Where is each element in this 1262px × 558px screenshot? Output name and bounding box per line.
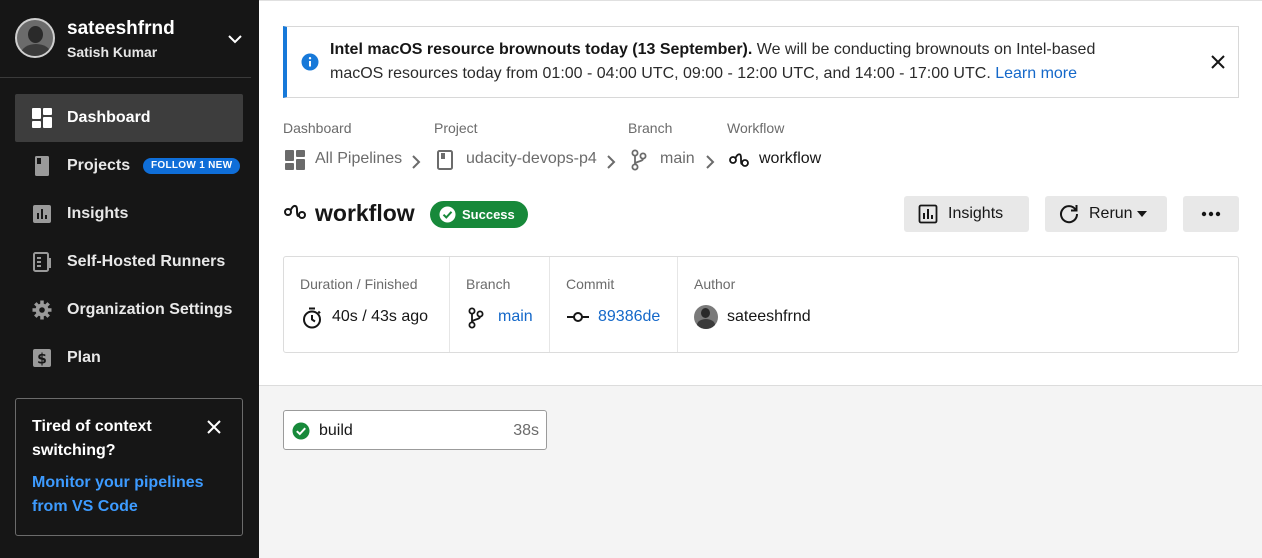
dashboard-icon <box>32 108 52 128</box>
rerun-label: Rerun <box>1089 205 1133 222</box>
sidebar-item-org-settings[interactable]: Organization Settings <box>15 286 243 334</box>
author-head: Author <box>694 276 736 292</box>
sidebar-item-dashboard[interactable]: Dashboard <box>15 94 243 142</box>
jobs-area: build 38s <box>259 386 1262 558</box>
branch-link[interactable]: main <box>498 308 533 326</box>
breadcrumb-branch[interactable]: Branch main <box>628 120 695 171</box>
svg-text:$: $ <box>37 352 47 368</box>
branch-icon <box>468 307 484 329</box>
more-options-button[interactable] <box>1183 196 1239 232</box>
info-icon <box>301 53 319 71</box>
stopwatch-icon <box>303 307 321 329</box>
sidebar-item-insights[interactable]: Insights <box>15 190 243 238</box>
caret-down-icon <box>1137 211 1147 217</box>
ellipsis-icon <box>1201 211 1221 217</box>
sidebar-item-label: Dashboard <box>67 109 151 126</box>
banner-bold: Intel macOS resource brownouts today (13… <box>330 41 753 58</box>
breadcrumb-value: workflow <box>759 150 822 167</box>
runners-icon <box>33 252 51 272</box>
insights-label: Insights <box>948 205 1004 222</box>
close-icon[interactable] <box>1211 55 1225 69</box>
branch-column: Branch main <box>449 257 549 352</box>
sidebar-item-label: Projects <box>67 157 131 174</box>
job-duration: 38s <box>513 422 539 439</box>
insights-icon <box>33 205 51 223</box>
follow-new-badge[interactable]: FOLLOW 1 NEW <box>143 158 241 174</box>
sidebar-item-label: Organization Settings <box>67 301 233 318</box>
vscode-link[interactable]: Monitor your pipelines from VS Code <box>32 471 222 519</box>
user-full-name: Satish Kumar <box>67 44 158 60</box>
main-content: Intel macOS resource brownouts today (13… <box>259 0 1262 558</box>
insights-button[interactable]: Insights <box>904 196 1029 232</box>
project-icon <box>437 150 453 170</box>
breadcrumb-head: Workflow <box>727 120 785 136</box>
gear-icon <box>32 300 52 320</box>
commit-column: Commit 89386de <box>549 257 677 352</box>
sidebar: sateeshfrnd Satish Kumar Dashboard Proje… <box>0 0 259 558</box>
breadcrumb-value: udacity-devops-p4 <box>466 150 597 167</box>
sidebar-item-label: Plan <box>67 349 101 366</box>
breadcrumb-head: Dashboard <box>283 120 352 136</box>
workflow-icon <box>284 204 306 219</box>
close-icon[interactable] <box>206 419 222 435</box>
page-title: workflow <box>315 200 415 226</box>
breadcrumb-value: main <box>660 150 695 167</box>
commit-link[interactable]: 89386de <box>598 308 660 326</box>
sidebar-item-plan[interactable]: $ Plan <box>15 334 243 382</box>
commit-head: Commit <box>566 276 615 292</box>
breadcrumb-workflow: Workflow workflow <box>727 120 821 167</box>
user-menu[interactable]: sateeshfrnd Satish Kumar <box>0 0 251 78</box>
rerun-button[interactable]: Rerun <box>1045 196 1167 232</box>
duration-head: Duration / Finished <box>300 276 418 292</box>
learn-more-link[interactable]: Learn more <box>995 65 1077 82</box>
username: sateeshfrnd <box>67 18 175 39</box>
check-circle-icon <box>439 206 456 223</box>
breadcrumb-dashboard[interactable]: Dashboard All Pipelines <box>283 120 402 170</box>
chevron-right-icon <box>706 155 715 169</box>
workflow-details: Duration / Finished 40s / 43s ago Branch… <box>283 256 1239 353</box>
job-card[interactable]: build 38s <box>283 410 547 450</box>
branch-head: Branch <box>466 276 511 292</box>
commit-icon <box>567 312 589 322</box>
dashboard-icon <box>285 150 305 170</box>
workflow-icon <box>729 153 749 167</box>
promo-title: Tired of context switching? <box>32 418 152 459</box>
sidebar-item-runners[interactable]: Self-Hosted Runners <box>15 238 243 286</box>
check-circle-icon <box>292 422 310 440</box>
status-label: Success <box>462 207 515 222</box>
job-name: build <box>319 422 353 439</box>
project-icon <box>35 156 49 176</box>
chevron-right-icon <box>607 155 616 169</box>
sidebar-item-projects[interactable]: Projects FOLLOW 1 NEW <box>15 142 243 190</box>
sidebar-item-label: Insights <box>67 205 129 222</box>
status-badge: Success <box>430 201 528 228</box>
duration-column: Duration / Finished 40s / 43s ago <box>284 257 449 352</box>
chevron-right-icon <box>412 155 421 169</box>
avatar <box>15 18 55 58</box>
announcement-banner: Intel macOS resource brownouts today (13… <box>283 26 1239 98</box>
breadcrumb-project[interactable]: Project udacity-devops-p4 <box>434 120 597 170</box>
breadcrumb-value: All Pipelines <box>315 150 403 167</box>
chevron-down-icon[interactable] <box>226 30 244 48</box>
author-column: Author sateeshfrnd <box>677 257 877 352</box>
branch-icon <box>631 149 647 171</box>
avatar <box>694 305 718 329</box>
breadcrumb-head: Branch <box>628 120 673 136</box>
rerun-icon <box>1060 205 1079 224</box>
sidebar-item-label: Self-Hosted Runners <box>67 253 226 270</box>
vscode-promo: Tired of context switching? Monitor your… <box>15 398 243 536</box>
duration-value: 40s / 43s ago <box>332 308 429 325</box>
banner-message: Intel macOS resource brownouts today (13… <box>330 38 1150 86</box>
dollar-icon: $ <box>33 349 51 368</box>
author-name: sateeshfrnd <box>727 308 811 325</box>
insights-icon <box>918 204 938 224</box>
breadcrumb-head: Project <box>434 120 478 136</box>
